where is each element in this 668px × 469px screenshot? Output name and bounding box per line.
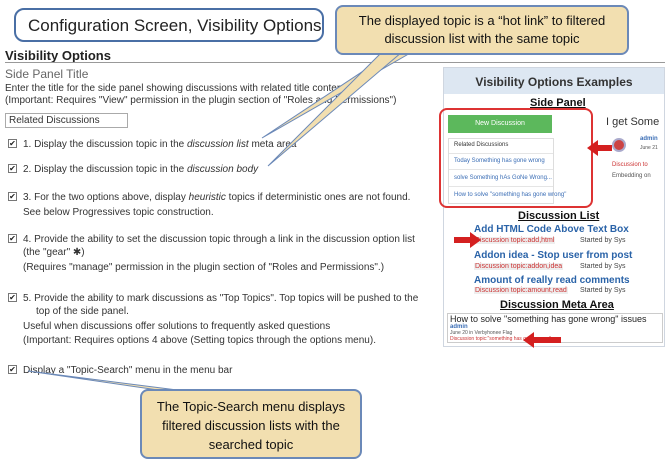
dl-item-2-title[interactable]: Addon idea - Stop user from post — [474, 250, 632, 261]
post-topic-link[interactable]: Discussion to — [612, 162, 648, 168]
pointer-to-topic-search — [27, 370, 186, 392]
topic-search-callout: The Topic-Search menu displays filtered … — [140, 389, 362, 459]
topic-search-callout-line1: The Topic-Search menu displays — [156, 399, 346, 414]
related-divider-2 — [449, 169, 553, 170]
hot-link-callout: The displayed topic is a “hot link” to f… — [335, 5, 629, 55]
hot-link-callout-line2: discussion list with the same topic — [384, 31, 580, 46]
hot-link-callout-line1: The displayed topic is a “hot link” to f… — [358, 13, 606, 28]
avatar — [612, 138, 626, 152]
arrow-meta-area — [533, 337, 561, 343]
related-divider-1 — [449, 153, 553, 154]
topic-search-callout-line3: searched topic — [208, 437, 294, 452]
examples-header: Visibility Options Examples — [444, 68, 664, 94]
post-author[interactable]: admin — [640, 136, 658, 142]
post-date: June 21 — [640, 145, 658, 151]
arrow-side-panel — [598, 145, 612, 151]
meta-area-heading: Discussion Meta Area — [500, 299, 614, 311]
discussion-list-heading: Discussion List — [518, 210, 600, 222]
related-item-1[interactable]: Today Something has gone wrong — [454, 158, 545, 164]
dl-item-3-topic[interactable]: Discussion topic:amount,read — [474, 287, 568, 294]
dl-item-1-title[interactable]: Add HTML Code Above Text Box — [474, 224, 629, 235]
dl-item-1-meta: Started by Sys — [580, 237, 626, 244]
arrow-side-panel-head — [587, 140, 598, 156]
meta-area-question[interactable]: How to solve "something has gone wrong" … — [450, 314, 647, 324]
topic-search-callout-line2: filtered discussion lists with the — [162, 418, 340, 433]
related-item-3[interactable]: How to solve "something has gone wrong" — [454, 192, 566, 198]
pointer-to-discussion-body — [267, 51, 404, 167]
dl-item-2-topic[interactable]: Discussion topic:addon,idea — [474, 263, 564, 270]
dl-item-1-topic[interactable]: Discussion topic:add,html — [474, 237, 556, 244]
related-discussions-heading: Related Discussions — [454, 142, 509, 148]
related-divider-3 — [449, 186, 553, 187]
new-discussion-button[interactable]: New Discussion — [448, 115, 552, 133]
arrow-meta-area-head — [523, 332, 534, 348]
post-body-preview: Embedding on — [612, 173, 651, 179]
related-item-2[interactable]: solve Something hAs GoNe Wrong... — [454, 175, 552, 181]
dl-item-3-meta: Started by Sys — [580, 287, 626, 294]
dl-item-3-title[interactable]: Amount of really read comments — [474, 275, 630, 286]
pointer-to-discussion-list — [261, 51, 414, 139]
post-title-preview: I get Some — [606, 116, 660, 128]
dl-item-2-meta: Started by Sys — [580, 263, 626, 270]
arrow-discussion-list-head — [470, 232, 481, 248]
